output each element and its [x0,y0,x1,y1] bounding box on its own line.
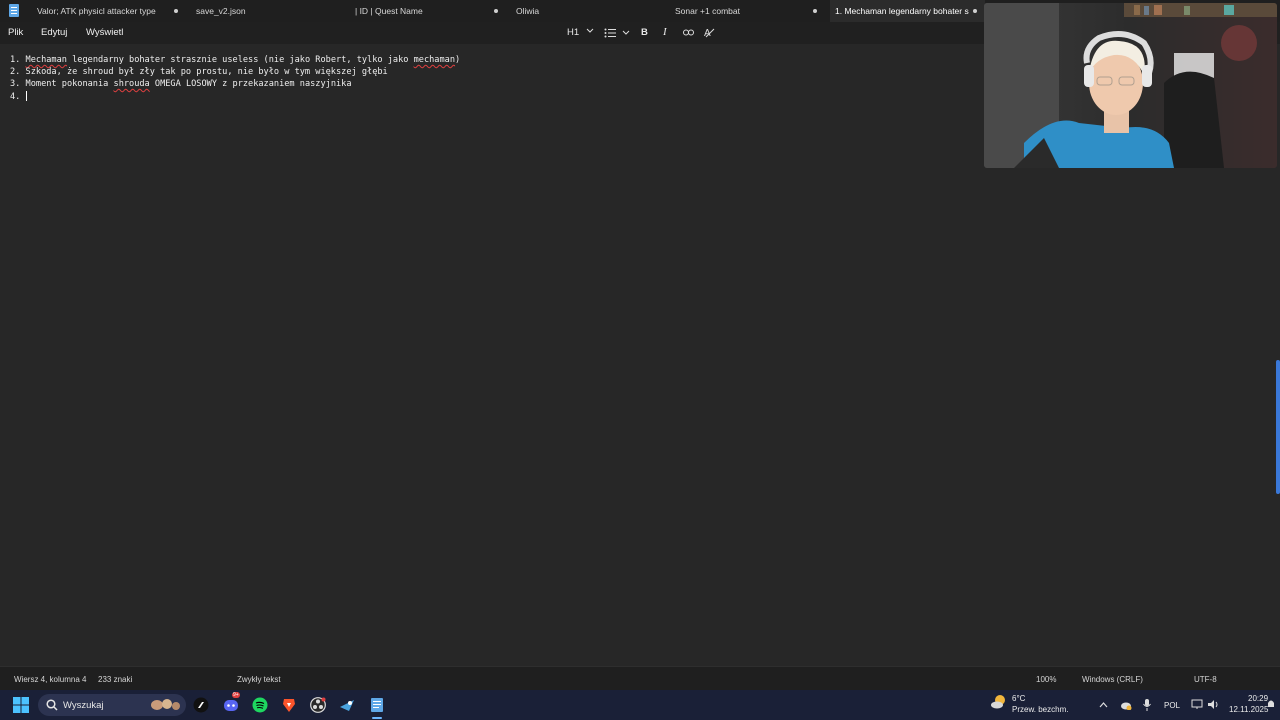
menu-file[interactable]: Plik [8,27,23,38]
start-button[interactable] [13,697,29,713]
text-caret [25,91,27,101]
webcam-feed-image [984,3,1277,168]
discord-icon [224,700,238,711]
bold-button[interactable]: B [641,27,648,38]
tab-label: Sonar +1 combat [675,6,740,16]
misspelled-word[interactable]: shrouda [114,79,150,89]
tab-2[interactable]: | ID | Quest Name [350,0,505,22]
line-text: ) [455,55,461,65]
link-icon [683,29,694,36]
line-number: 3. [10,79,21,89]
weather-condition[interactable]: Przew. bezchm. [1012,705,1068,714]
link-button[interactable] [683,28,694,40]
search-highlight-icon [151,699,180,710]
status-bar: Wiersz 4, kolumna 4 233 znaki Zwykły tek… [0,666,1280,691]
steam-icon [340,700,354,711]
discord-badge: 9+ [232,692,240,698]
line-text: OMEGA LOSOWY z przekazaniem naszyjnika [149,79,352,89]
webcam-overlay [984,3,1277,168]
heading-dropdown[interactable]: H1 [567,27,594,38]
network-icon[interactable] [1191,699,1203,710]
line-text: Szkoda, że shroud był zły tak po prostu,… [25,67,388,77]
chevron-down-icon [586,28,594,33]
scroll-indicator[interactable] [1276,360,1280,494]
line-number: 4. [10,92,21,102]
weather-icon [991,695,1005,709]
spotify-icon [252,697,268,713]
editor-line-1: 1. Mechaman legendarny bohater strasznie… [10,55,460,65]
bulleted-list-icon [604,28,616,38]
taskbar: Wyszukaj 9+ 6°C Przew. bezchm. POL 20:29… [0,690,1280,720]
line-number: 1. [10,55,21,65]
chevron-down-icon [622,30,629,35]
obs-icon [310,697,326,713]
clear-formatting-button[interactable]: A [704,27,715,41]
taskbar-discord[interactable]: 9+ [223,692,240,713]
misspelled-word[interactable]: Mechaman [26,55,67,65]
misspelled-word[interactable]: mechaman [414,55,455,65]
brave-browser-icon [283,699,295,712]
heading-label: H1 [567,27,580,38]
menu-edit[interactable]: Edytuj [41,27,67,38]
taskbar-steam[interactable] [339,697,355,713]
taskbar-brave[interactable] [281,697,297,713]
text-format[interactable]: Zwykły tekst [237,675,281,684]
unsaved-dot-icon [494,9,498,13]
notification-icon[interactable] [1266,698,1276,710]
windows-logo-icon [13,697,29,713]
editor-line-4: 4. [10,91,27,102]
italic-button[interactable]: I [663,26,667,38]
taskbar-spotify[interactable] [252,697,268,713]
character-count: 233 znaki [98,675,133,684]
line-number: 2. [10,67,21,77]
tab-label: Oliwia [516,6,540,16]
line-endings[interactable]: Windows (CRLF) [1082,675,1143,684]
tab-5-active[interactable]: 1. Mechaman legendarny bohater s [830,0,985,22]
cursor-position[interactable]: Wiersz 4, kolumna 4 [14,675,86,684]
encoding[interactable]: UTF-8 [1194,675,1217,684]
unsaved-dot-icon [174,9,178,13]
chevron-up-icon[interactable] [1099,701,1108,708]
tab-0[interactable]: Valor; ATK physicl attacker type [30,0,185,22]
taskbar-notepad[interactable] [369,697,385,713]
line-text: legendarny bohater strasznie useless (ni… [66,55,414,65]
list-dropdown[interactable] [604,28,630,41]
line-text: Moment pokonania [25,79,114,89]
tab-3[interactable]: Oliwia [510,0,665,22]
taskbar-app-icon[interactable] [193,697,209,713]
editor-line-3: 3. Moment pokonania shrouda OMEGA LOSOWY… [10,79,352,89]
volume-icon[interactable] [1207,699,1220,710]
search-input[interactable]: Wyszukaj [38,694,186,716]
search-placeholder: Wyszukaj [63,700,104,711]
clock-date[interactable]: 12.11.2025 [1229,705,1268,714]
tab-4[interactable]: Sonar +1 combat [670,0,825,22]
tab-label: 1. Mechaman legendarny bohater s [835,6,969,16]
clear-formatting-icon: A [704,28,715,39]
active-app-indicator [372,717,382,719]
input-language[interactable]: POL [1164,701,1180,710]
tab-label: | ID | Quest Name [355,6,423,16]
notepad-icon [371,698,383,712]
tab-label: Valor; ATK physicl attacker type [37,6,156,16]
notepad-app-icon [9,4,19,17]
cloud-sync-icon[interactable] [1120,700,1132,710]
taskbar-obs[interactable] [310,697,326,713]
tab-label: save_v2.json [196,6,246,16]
editor-line-2: 2. Szkoda, że shroud był zły tak po pros… [10,67,388,77]
search-icon [46,699,58,711]
unsaved-dot-icon [813,9,817,13]
zoom-level[interactable]: 100% [1036,675,1056,684]
unsaved-dot-icon [973,9,977,13]
weather-temperature[interactable]: 6°C [1012,694,1025,703]
microphone-icon[interactable] [1143,699,1151,711]
tab-1[interactable]: save_v2.json [190,0,345,22]
menu-view[interactable]: Wyświetl [86,27,123,38]
terminal-app-icon [193,697,209,713]
